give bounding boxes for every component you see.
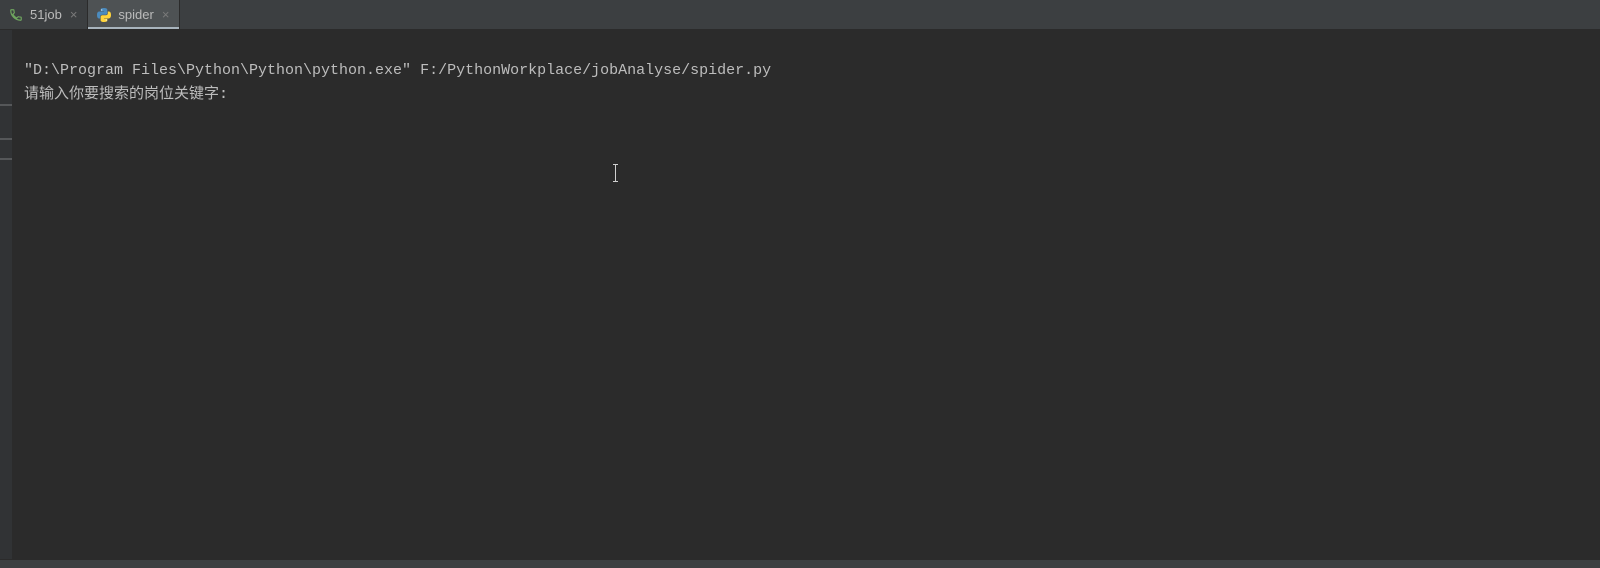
gutter-mark (0, 138, 12, 140)
status-bar (0, 559, 1600, 568)
phone-icon (8, 7, 24, 23)
ide-run-window: 51job × spider × "D:\Program Files\Pytho… (0, 0, 1600, 568)
python-icon (96, 7, 112, 23)
close-icon[interactable]: × (162, 8, 170, 21)
gutter-mark (0, 104, 12, 106)
tab-spider[interactable]: spider × (88, 0, 180, 29)
console-line: "D:\Program Files\Python\Python\python.e… (24, 62, 771, 79)
tab-label: 51job (30, 7, 62, 22)
console-tab-bar: 51job × spider × (0, 0, 1600, 30)
console-gutter[interactable] (0, 30, 12, 559)
console-output[interactable]: "D:\Program Files\Python\Python\python.e… (12, 30, 1600, 559)
gutter-mark (0, 158, 12, 160)
console-area: "D:\Program Files\Python\Python\python.e… (0, 30, 1600, 559)
tab-label: spider (118, 7, 153, 22)
console-prompt: 请输入你要搜索的岗位关键字: (24, 84, 228, 102)
close-icon[interactable]: × (70, 8, 78, 21)
text-cursor-icon (615, 164, 616, 182)
tab-51job[interactable]: 51job × (0, 0, 88, 29)
